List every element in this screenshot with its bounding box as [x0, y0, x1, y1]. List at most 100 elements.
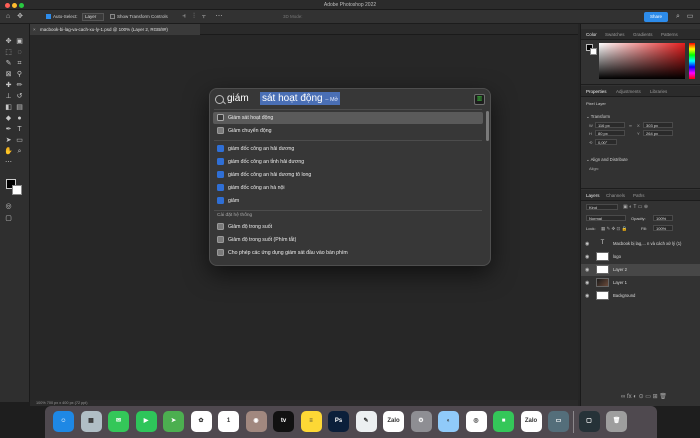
- spotlight-result[interactable]: Giảm độ trong suốt: [213, 221, 483, 233]
- eraser-tool-icon[interactable]: ◧: [4, 103, 13, 112]
- share-button[interactable]: Share: [644, 12, 668, 22]
- path-select-icon[interactable]: ➤: [4, 136, 13, 145]
- hue-slider[interactable]: [689, 43, 695, 79]
- spotlight-result[interactable]: Cho phép các ứng dụng giám sát đầu vào b…: [213, 247, 483, 259]
- layer-row[interactable]: ◉ Background: [581, 290, 700, 302]
- dodge-tool-icon[interactable]: ●: [15, 114, 24, 123]
- auto-select-checkbox[interactable]: [46, 14, 51, 19]
- move-tool-icon[interactable]: ✥: [4, 37, 13, 46]
- spotlight-result[interactable]: giảm: [213, 195, 483, 207]
- home-icon[interactable]: ⌂: [4, 13, 12, 21]
- blur-tool-icon[interactable]: ◆: [4, 114, 13, 123]
- clone-stamp-icon[interactable]: ⊥: [4, 92, 13, 101]
- tab-patterns[interactable]: Patterns: [661, 32, 678, 37]
- dock-photoshop-icon[interactable]: Ps: [328, 411, 349, 432]
- move-tool-icon[interactable]: ✥: [16, 13, 24, 21]
- dock-window-icon[interactable]: ▢: [578, 411, 600, 432]
- tab-paths[interactable]: Paths: [633, 193, 645, 198]
- lasso-tool-icon[interactable]: ◌: [15, 48, 24, 57]
- spotlight-result[interactable]: giám đốc công an tỉnh hải dương: [213, 156, 483, 168]
- tab-swatches[interactable]: Swatches: [605, 32, 625, 37]
- color-picker-field[interactable]: [599, 43, 685, 79]
- tab-channels[interactable]: Channels: [606, 193, 625, 198]
- dock-facetime-icon[interactable]: ▶: [135, 411, 157, 432]
- filter-icons[interactable]: ▣ ◐ T ▭ ⊕: [623, 204, 648, 210]
- opacity-field[interactable]: 100%: [653, 215, 673, 221]
- crop-tool-icon[interactable]: ⌗: [15, 59, 24, 68]
- fill-field[interactable]: 100%: [653, 225, 673, 231]
- type-tool-icon[interactable]: T: [15, 125, 24, 134]
- dock-chrome-icon[interactable]: ◎: [465, 411, 487, 432]
- distribute-icon[interactable]: ⋯: [215, 13, 223, 21]
- blend-mode-dropdown[interactable]: Normal: [586, 215, 626, 221]
- dock-photos-icon[interactable]: ✿: [190, 411, 212, 432]
- lock-icons[interactable]: ▦ ✎ ✥ ⊡ 🔒: [601, 226, 627, 232]
- healing-brush-icon[interactable]: ✚: [4, 81, 13, 90]
- dock-pen-icon[interactable]: ✎: [355, 411, 377, 432]
- background-color-swatch[interactable]: [590, 48, 597, 55]
- brush-tool-icon[interactable]: ✏: [15, 81, 24, 90]
- dock-maps-icon[interactable]: ➤: [163, 411, 184, 432]
- zoom-tool-icon[interactable]: ⌕: [15, 147, 24, 156]
- search-icon[interactable]: ⌕: [674, 13, 682, 21]
- tab-libraries[interactable]: Libraries: [650, 89, 667, 94]
- dock-trash-icon[interactable]: 🗑: [606, 411, 627, 432]
- eye-icon[interactable]: ◉: [585, 241, 589, 247]
- spotlight-result[interactable]: Giảm chuyển động: [213, 125, 483, 137]
- screen-mode-icon[interactable]: ▢: [4, 214, 13, 223]
- spotlight-result[interactable]: giám đốc công an hà nội: [213, 182, 483, 194]
- tab-gradients[interactable]: Gradients: [633, 32, 653, 37]
- width-field[interactable]: 116 px: [595, 122, 625, 128]
- eye-icon[interactable]: ◉: [585, 254, 589, 260]
- link-icon[interactable]: ∞: [629, 123, 632, 128]
- dock-zalo2-icon[interactable]: Zalo: [520, 411, 542, 432]
- history-brush-icon[interactable]: ↺: [15, 92, 24, 101]
- close-tab-icon[interactable]: ×: [33, 24, 36, 35]
- gradient-tool-icon[interactable]: ▤: [15, 103, 24, 112]
- layer-row[interactable]: ◉ T Macbook bị lag,... n và cách xử lý (…: [581, 238, 700, 250]
- x-field[interactable]: 303 px: [643, 122, 673, 128]
- workspace-icon[interactable]: ▭: [686, 13, 694, 21]
- dock-launchpad-icon[interactable]: ▦: [80, 411, 102, 432]
- quick-mask-icon[interactable]: ◎: [4, 202, 13, 211]
- spotlight-result[interactable]: Giảm độ trong suốt (Phím tắt): [213, 234, 483, 246]
- tab-color[interactable]: Color: [586, 32, 597, 37]
- marquee-tool-icon[interactable]: ⬚: [4, 48, 13, 57]
- dock-messages-icon[interactable]: ✉: [108, 411, 129, 432]
- align-right-icon[interactable]: ⫟: [200, 13, 208, 21]
- dock-zalo-icon[interactable]: Zalo: [383, 411, 404, 432]
- frame-tool-icon[interactable]: ⊠: [4, 70, 13, 79]
- document-tab[interactable]: × macbook-bi-lag-va-cach-xu-ly-1.psd @ 1…: [30, 24, 200, 35]
- eye-icon[interactable]: ◉: [585, 267, 589, 273]
- dock-notes-icon[interactable]: ≡: [300, 411, 322, 432]
- eye-icon[interactable]: ◉: [585, 293, 589, 299]
- more-tools-icon[interactable]: ⋯: [4, 158, 13, 167]
- spotlight-result[interactable]: giám đốc công an hải dương: [213, 143, 483, 155]
- layer-row[interactable]: ◉ logo: [581, 251, 700, 263]
- artboard-tool-icon[interactable]: ▣: [15, 37, 24, 46]
- angle-field[interactable]: 0,00°: [595, 139, 617, 145]
- y-field[interactable]: 264 px: [643, 130, 673, 136]
- dock-facetime2-icon[interactable]: ■: [493, 411, 514, 432]
- dock-calendar-icon[interactable]: 1: [218, 411, 239, 432]
- show-transform-checkbox[interactable]: [110, 14, 115, 19]
- auto-select-dropdown[interactable]: Layer: [82, 13, 104, 21]
- layer-row[interactable]: ◉ Layer 1: [581, 277, 700, 289]
- background-color-swatch[interactable]: [12, 185, 22, 195]
- eyedropper-icon[interactable]: ⚲: [15, 70, 24, 79]
- tab-layers[interactable]: Layers: [586, 193, 600, 198]
- dock-finder-icon[interactable]: ☺: [53, 411, 74, 432]
- align-center-icon[interactable]: ⫶: [190, 13, 198, 21]
- dock-screen-icon[interactable]: ▭: [548, 411, 569, 432]
- spotlight-result-top-hit[interactable]: Giám sát hoạt động: [213, 112, 483, 124]
- layer-filter-kind[interactable]: Kind: [586, 204, 618, 210]
- quick-select-icon[interactable]: ✎: [4, 59, 13, 68]
- shape-tool-icon[interactable]: ▭: [15, 136, 24, 145]
- spotlight-query-text[interactable]: giám: [227, 93, 249, 104]
- eye-icon[interactable]: ◉: [585, 280, 589, 286]
- dock-preview-icon[interactable]: ◐: [438, 411, 459, 432]
- dock-contacts-icon[interactable]: ◉: [245, 411, 267, 432]
- hand-tool-icon[interactable]: ✋: [4, 147, 13, 156]
- tab-properties[interactable]: Properties: [586, 89, 607, 94]
- pen-tool-icon[interactable]: ✒: [4, 125, 13, 134]
